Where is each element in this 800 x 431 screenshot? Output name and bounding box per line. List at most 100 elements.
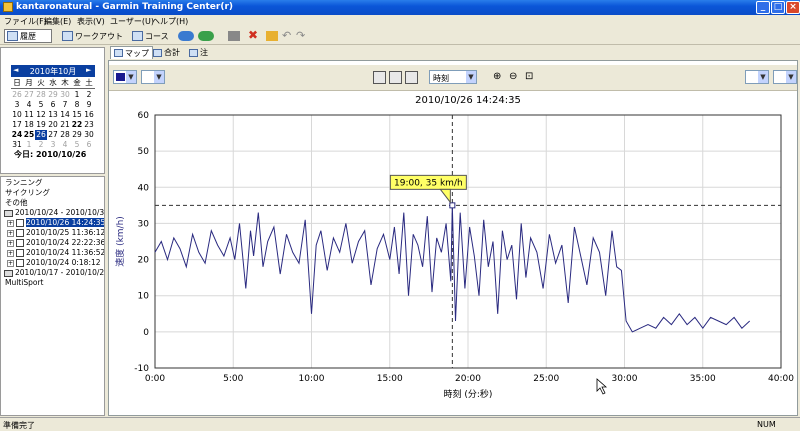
calendar-day[interactable]: 14 xyxy=(59,110,71,120)
tab-notes[interactable]: 注 xyxy=(186,46,211,59)
calendar-day[interactable]: 19 xyxy=(35,120,47,130)
calendar-day[interactable]: 15 xyxy=(71,110,83,120)
close-button[interactable]: × xyxy=(786,1,800,14)
tree-item-running[interactable]: ランニング xyxy=(5,178,43,188)
import-icon[interactable] xyxy=(266,31,278,41)
tree-item-cycling[interactable]: サイクリング xyxy=(5,188,50,198)
tree-item-activity[interactable]: +2010/10/24 0:18:12 xyxy=(7,258,101,268)
calendar-day[interactable]: 26 xyxy=(11,90,23,100)
calendar-day[interactable]: 23 xyxy=(83,120,95,130)
menu-file[interactable]: ファイル(F) xyxy=(4,16,47,27)
tree-item-multisport[interactable]: MultiSport xyxy=(5,278,43,288)
receive-device-icon[interactable] xyxy=(198,31,214,41)
delete-icon[interactable]: ✖ xyxy=(248,29,260,41)
history-button[interactable]: 履歴 xyxy=(4,29,52,43)
device-icon[interactable] xyxy=(228,31,240,41)
calendar-day[interactable]: 27 xyxy=(23,90,35,100)
calendar-day[interactable]: 18 xyxy=(23,120,35,130)
calendar-day[interactable]: 20 xyxy=(47,120,59,130)
expand-icon[interactable]: + xyxy=(7,239,14,247)
calendar-day[interactable]: 30 xyxy=(83,130,95,140)
zoom-out-icon[interactable]: ⊖ xyxy=(509,71,517,82)
calendar-day[interactable]: 13 xyxy=(47,110,59,120)
redo-icon[interactable]: ↷ xyxy=(296,30,308,41)
calendar-day[interactable]: 9 xyxy=(83,100,95,110)
expand-icon[interactable]: + xyxy=(7,219,14,227)
weekday-label: 土 xyxy=(85,78,93,87)
x-tick-label: 15:00 xyxy=(377,374,403,384)
calendar-day[interactable]: 1 xyxy=(71,90,83,100)
calendar-day[interactable]: 21 xyxy=(59,120,71,130)
menu-edit[interactable]: 編集(E) xyxy=(44,16,71,27)
zoom-in-icon[interactable]: ⊕ xyxy=(493,71,501,82)
color-select[interactable]: ▼ xyxy=(113,70,137,84)
calendar-day[interactable]: 4 xyxy=(23,100,35,110)
speed-chart[interactable]: -10 0 10 20 30 40 50 60 0:00 5:00 10:00 15:00 20:00 2… xyxy=(109,91,797,413)
menu-view[interactable]: 表示(V) xyxy=(77,16,105,27)
x-axis-label: 時刻 (分:秒) xyxy=(444,388,493,400)
calendar-day[interactable]: 8 xyxy=(71,100,83,110)
calendar-day[interactable]: 28 xyxy=(59,130,71,140)
calendar-day[interactable]: 10 xyxy=(11,110,23,120)
calendar-day[interactable]: 11 xyxy=(23,110,35,120)
send-device-icon[interactable] xyxy=(178,31,194,41)
calendar-day[interactable]: 27 xyxy=(47,130,59,140)
undo-icon[interactable]: ↶ xyxy=(282,30,294,41)
calendar-day[interactable]: 2 xyxy=(83,90,95,100)
y-tick-label: 20 xyxy=(138,256,150,266)
today-label[interactable]: 今日: 2010/10/26 xyxy=(14,149,86,160)
weekday-label: 木 xyxy=(61,78,69,87)
calendar-day[interactable]: 3 xyxy=(11,100,23,110)
tab-map[interactable]: マップ xyxy=(110,46,153,59)
calendar-day[interactable]: 28 xyxy=(35,90,47,100)
calendar-day[interactable]: 29 xyxy=(47,90,59,100)
right-series-select[interactable]: ▼ xyxy=(773,70,797,84)
calendar-day[interactable]: 26 xyxy=(35,130,47,140)
status-text: 準備完了 xyxy=(3,421,35,430)
chart-type-icon[interactable] xyxy=(373,71,386,84)
menu-bar: ファイル(F) 編集(E) 表示(V) ユーザー(U) ヘルプ(H) xyxy=(0,15,800,28)
line-chart-icon[interactable] xyxy=(405,71,418,84)
calendar-day[interactable]: 16 xyxy=(83,110,95,120)
x-tick-label: 25:00 xyxy=(533,374,559,384)
tree-item-activity[interactable]: +2010/10/26 14:24:35 xyxy=(7,218,104,228)
calendar-day[interactable]: 30 xyxy=(59,90,71,100)
calendar-day[interactable]: 22 xyxy=(71,120,83,130)
maximize-button[interactable]: □ xyxy=(771,1,785,14)
app-icon xyxy=(3,2,13,12)
y-tick-label: 50 xyxy=(138,147,150,157)
main-panel: ▼ ▼ 時刻 ▼ ⊕ ⊖ ⊡ ▼ ▼ -10 0 10 20 30 40 50 60 0:00 5:… xyxy=(108,60,798,416)
tree-item-activity[interactable]: +2010/10/24 22:22:36 xyxy=(7,238,104,248)
tree-item-other[interactable]: その他 xyxy=(5,198,28,208)
menu-user[interactable]: ユーザー(U) xyxy=(110,16,154,27)
right-color-select[interactable]: ▼ xyxy=(745,70,769,84)
calendar-panel: ◄ 2010年10月 ► 日月火水木金土 26 27 28 29 30 1 2 3 4 5 6 7 8 9 1… xyxy=(0,47,105,174)
calendar-day[interactable]: 5 xyxy=(35,100,47,110)
calendar-day[interactable]: 25 xyxy=(23,130,35,140)
calendar-day[interactable]: 17 xyxy=(11,120,23,130)
tree-item-week[interactable]: 2010/10/17 - 2010/10/23 xyxy=(4,268,104,278)
expand-icon[interactable]: + xyxy=(7,249,14,257)
expand-icon[interactable]: + xyxy=(7,259,14,267)
tree-item-activity[interactable]: +2010/10/25 11:36:12 xyxy=(7,228,104,238)
split-view-icon[interactable] xyxy=(389,71,402,84)
next-month-button[interactable]: ► xyxy=(86,66,91,74)
chart-title: 2010/10/26 14:24:35 xyxy=(415,95,521,106)
minimize-button[interactable]: _ xyxy=(756,1,770,14)
calendar-day[interactable]: 12 xyxy=(35,110,47,120)
tab-total[interactable]: 合計 xyxy=(150,46,183,59)
tree-item-week[interactable]: 2010/10/24 - 2010/10/30 xyxy=(4,208,104,218)
run-icon xyxy=(16,219,24,227)
calendar-day[interactable]: 29 xyxy=(71,130,83,140)
series-select[interactable]: ▼ xyxy=(141,70,165,84)
zoom-fit-icon[interactable]: ⊡ xyxy=(525,71,533,82)
menu-help[interactable]: ヘルプ(H) xyxy=(152,16,188,27)
course-button[interactable]: コース xyxy=(130,29,176,43)
calendar-day[interactable]: 7 xyxy=(59,100,71,110)
tree-item-activity[interactable]: +2010/10/24 11:36:52 xyxy=(7,248,104,258)
calendar-day[interactable]: 24 xyxy=(11,130,23,140)
expand-icon[interactable]: + xyxy=(7,229,14,237)
workout-button[interactable]: ワークアウト xyxy=(60,29,126,43)
calendar-day[interactable]: 6 xyxy=(47,100,59,110)
x-axis-select[interactable]: 時刻 ▼ xyxy=(429,70,477,84)
